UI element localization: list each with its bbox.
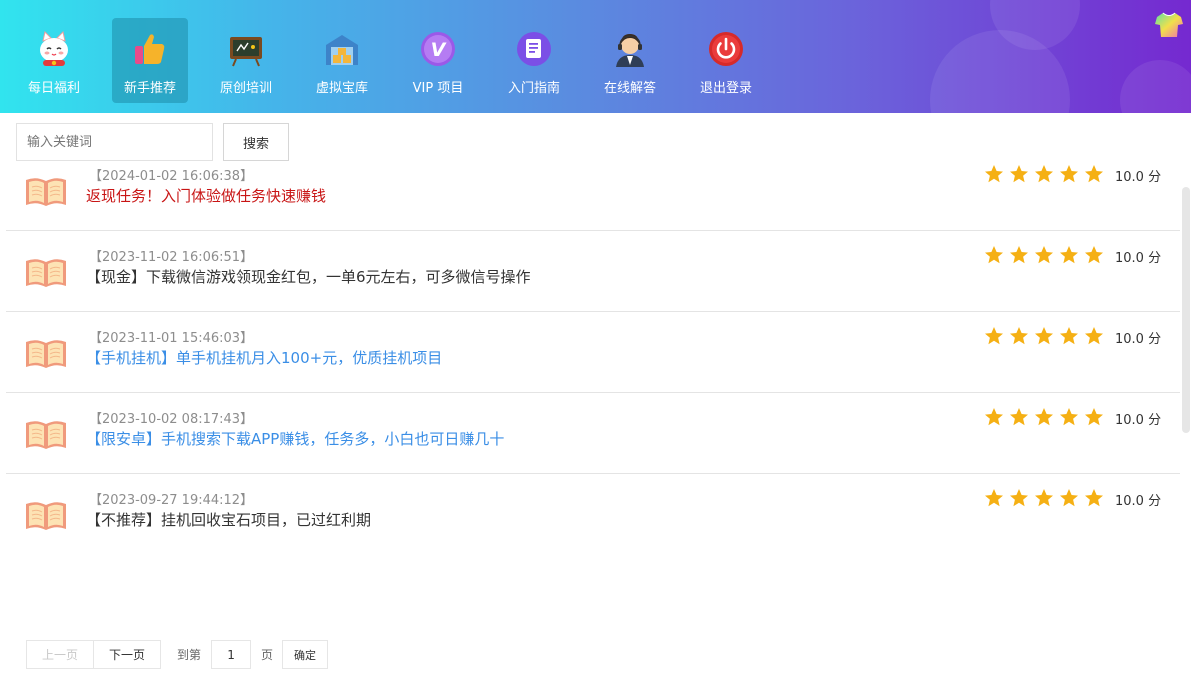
star-icon [1060,489,1078,507]
item-score: 10.0 分 [1115,494,1162,509]
star-icon [1085,246,1103,264]
goto-suffix-label: 页 [261,648,274,662]
nav-item-original-training[interactable]: 原创培训 [208,18,284,103]
item-title-link[interactable]: 返现任务！入门体验做任务快速赚钱 [86,185,326,206]
nav-item-vip-projects[interactable]: V VIP 项目 [400,18,476,103]
star-rating [984,164,1109,184]
nav-item-virtual-treasury[interactable]: 虚拟宝库 [304,18,380,103]
item-title-link[interactable]: 【手机挂机】单手机挂机月入100+元，优质挂机项目 [86,347,442,368]
star-icon [1010,327,1028,345]
star-icon [1010,489,1028,507]
search-button[interactable]: 搜索 [223,123,289,161]
nav-item-daily-welfare[interactable]: 每日福利 [16,18,92,103]
star-icon [1010,246,1028,264]
item-title-link[interactable]: 【不推荐】挂机回收宝石项目，已过红利期 [86,509,371,530]
page: 每日福利 新手推荐 原创培训 虚拟宝库 V VIP 项目 入门指南 在线解答 退… [0,0,1191,697]
nav-label: VIP 项目 [412,81,464,96]
star-icon [1060,246,1078,264]
star-icon [985,408,1003,426]
item-score: 10.0 分 [1115,170,1162,185]
star-rating [984,407,1109,427]
blackboard-icon [224,27,268,71]
star-icon [1035,327,1053,345]
nav-label: 新手推荐 [123,81,176,96]
star-icon [1085,489,1103,507]
top-navigation-bar: 每日福利 新手推荐 原创培训 虚拟宝库 V VIP 项目 入门指南 在线解答 退… [0,0,1191,113]
item-date: 【2023-10-02 08:17:43】 [89,412,254,427]
open-book-icon [26,502,66,530]
star-icon [1085,165,1103,183]
item-score: 10.0 分 [1115,413,1162,428]
open-book-icon [26,178,66,206]
article-list: 【2024-01-02 16:06:38】 返现任务！入门体验做任务快速赚钱 10.… [6,164,1180,552]
item-date: 【2023-11-02 16:06:51】 [89,250,254,265]
nav-label: 退出登录 [699,81,752,96]
vip-icon: V [416,27,460,71]
star-icon [1035,165,1053,183]
page-number-input[interactable] [211,640,252,669]
star-rating [984,488,1109,508]
nav-label: 每日福利 [27,81,80,96]
star-icon [1010,408,1028,426]
nav-label: 虚拟宝库 [315,81,368,96]
nav-label: 原创培训 [219,81,272,96]
list-item[interactable]: 【2023-09-27 19:44:12】 【不推荐】挂机回收宝石项目，已过红利期… [6,474,1180,552]
power-icon [704,27,748,71]
item-score: 10.0 分 [1115,251,1162,266]
prev-page-button[interactable]: 上一页 [26,640,94,669]
lucky-cat-icon [32,27,76,71]
item-date: 【2024-01-02 16:06:38】 [89,169,254,184]
star-icon [1035,489,1053,507]
scrollbar[interactable] [1182,187,1190,433]
search-input[interactable] [16,123,213,161]
star-rating [984,326,1109,346]
item-score: 10.0 分 [1115,332,1162,347]
nav-item-newbie-recommend[interactable]: 新手推荐 [112,18,188,103]
star-icon [985,489,1003,507]
nav-label: 入门指南 [507,81,560,96]
document-icon [512,27,556,71]
star-icon [985,165,1003,183]
nav-item-online-answers[interactable]: 在线解答 [592,18,668,103]
open-book-icon [26,340,66,368]
star-icon [985,327,1003,345]
nav-item-getting-started[interactable]: 入门指南 [496,18,572,103]
nav-label: 在线解答 [603,81,656,96]
star-icon [985,246,1003,264]
star-icon [1060,165,1078,183]
star-icon [1060,408,1078,426]
item-date: 【2023-09-27 19:44:12】 [89,493,254,508]
list-item[interactable]: 【2023-11-02 16:06:51】 【现金】下载微信游戏领现金红包，一单6… [6,231,1180,312]
open-book-icon [26,421,66,449]
list-item[interactable]: 【2023-10-02 08:17:43】 【限安卓】手机搜索下载APP赚钱，任务… [6,393,1180,474]
svg-text:V: V [431,39,447,61]
item-date: 【2023-11-01 15:46:03】 [89,331,254,346]
star-icon [1035,246,1053,264]
support-agent-icon [608,27,652,71]
star-icon [1010,165,1028,183]
star-icon [1085,408,1103,426]
main-nav: 每日福利 新手推荐 原创培训 虚拟宝库 V VIP 项目 入门指南 在线解答 退… [16,18,784,103]
tshirt-skin-icon[interactable] [1154,11,1184,39]
list-item[interactable]: 【2023-11-01 15:46:03】 【手机挂机】单手机挂机月入100+元，… [6,312,1180,393]
star-icon [1085,327,1103,345]
star-icon [1035,408,1053,426]
thumbs-up-icon [128,27,172,71]
list-item[interactable]: 【2024-01-02 16:06:38】 返现任务！入门体验做任务快速赚钱 10.… [6,164,1180,231]
item-title-link[interactable]: 【限安卓】手机搜索下载APP赚钱，任务多，小白也可日赚几十 [86,428,504,449]
next-page-button[interactable]: 下一页 [94,640,161,669]
goto-prefix-label: 到第 [177,648,202,662]
warehouse-icon [320,27,364,71]
pagination: 上一页 下一页 到第 页 确定 [26,640,329,669]
star-icon [1060,327,1078,345]
confirm-page-button[interactable]: 确定 [282,640,329,669]
star-rating [984,245,1109,265]
item-title-link[interactable]: 【现金】下载微信游戏领现金红包，一单6元左右，可多微信号操作 [86,266,531,287]
search-bar: 搜索 [16,123,289,161]
open-book-icon [26,259,66,287]
nav-item-logout[interactable]: 退出登录 [688,18,764,103]
